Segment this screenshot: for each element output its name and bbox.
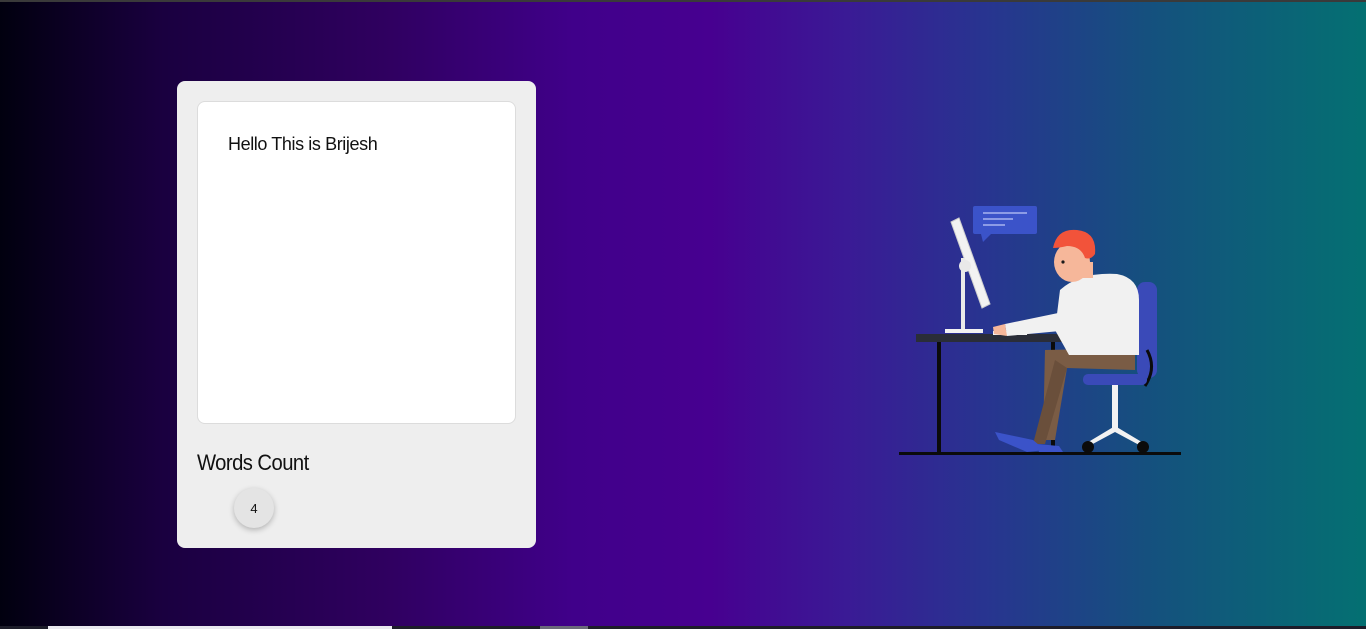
word-count-badge: 4 xyxy=(234,488,274,528)
top-border xyxy=(0,0,1366,2)
chat-bubble-icon xyxy=(973,206,1037,242)
word-count-title: Words Count xyxy=(197,450,309,475)
person-at-computer-illustration xyxy=(899,206,1181,455)
floor-line xyxy=(899,452,1181,455)
word-counter-card: Hello This is Brijesh Words Count 4 xyxy=(177,81,536,548)
text-editor[interactable]: Hello This is Brijesh xyxy=(197,101,516,424)
